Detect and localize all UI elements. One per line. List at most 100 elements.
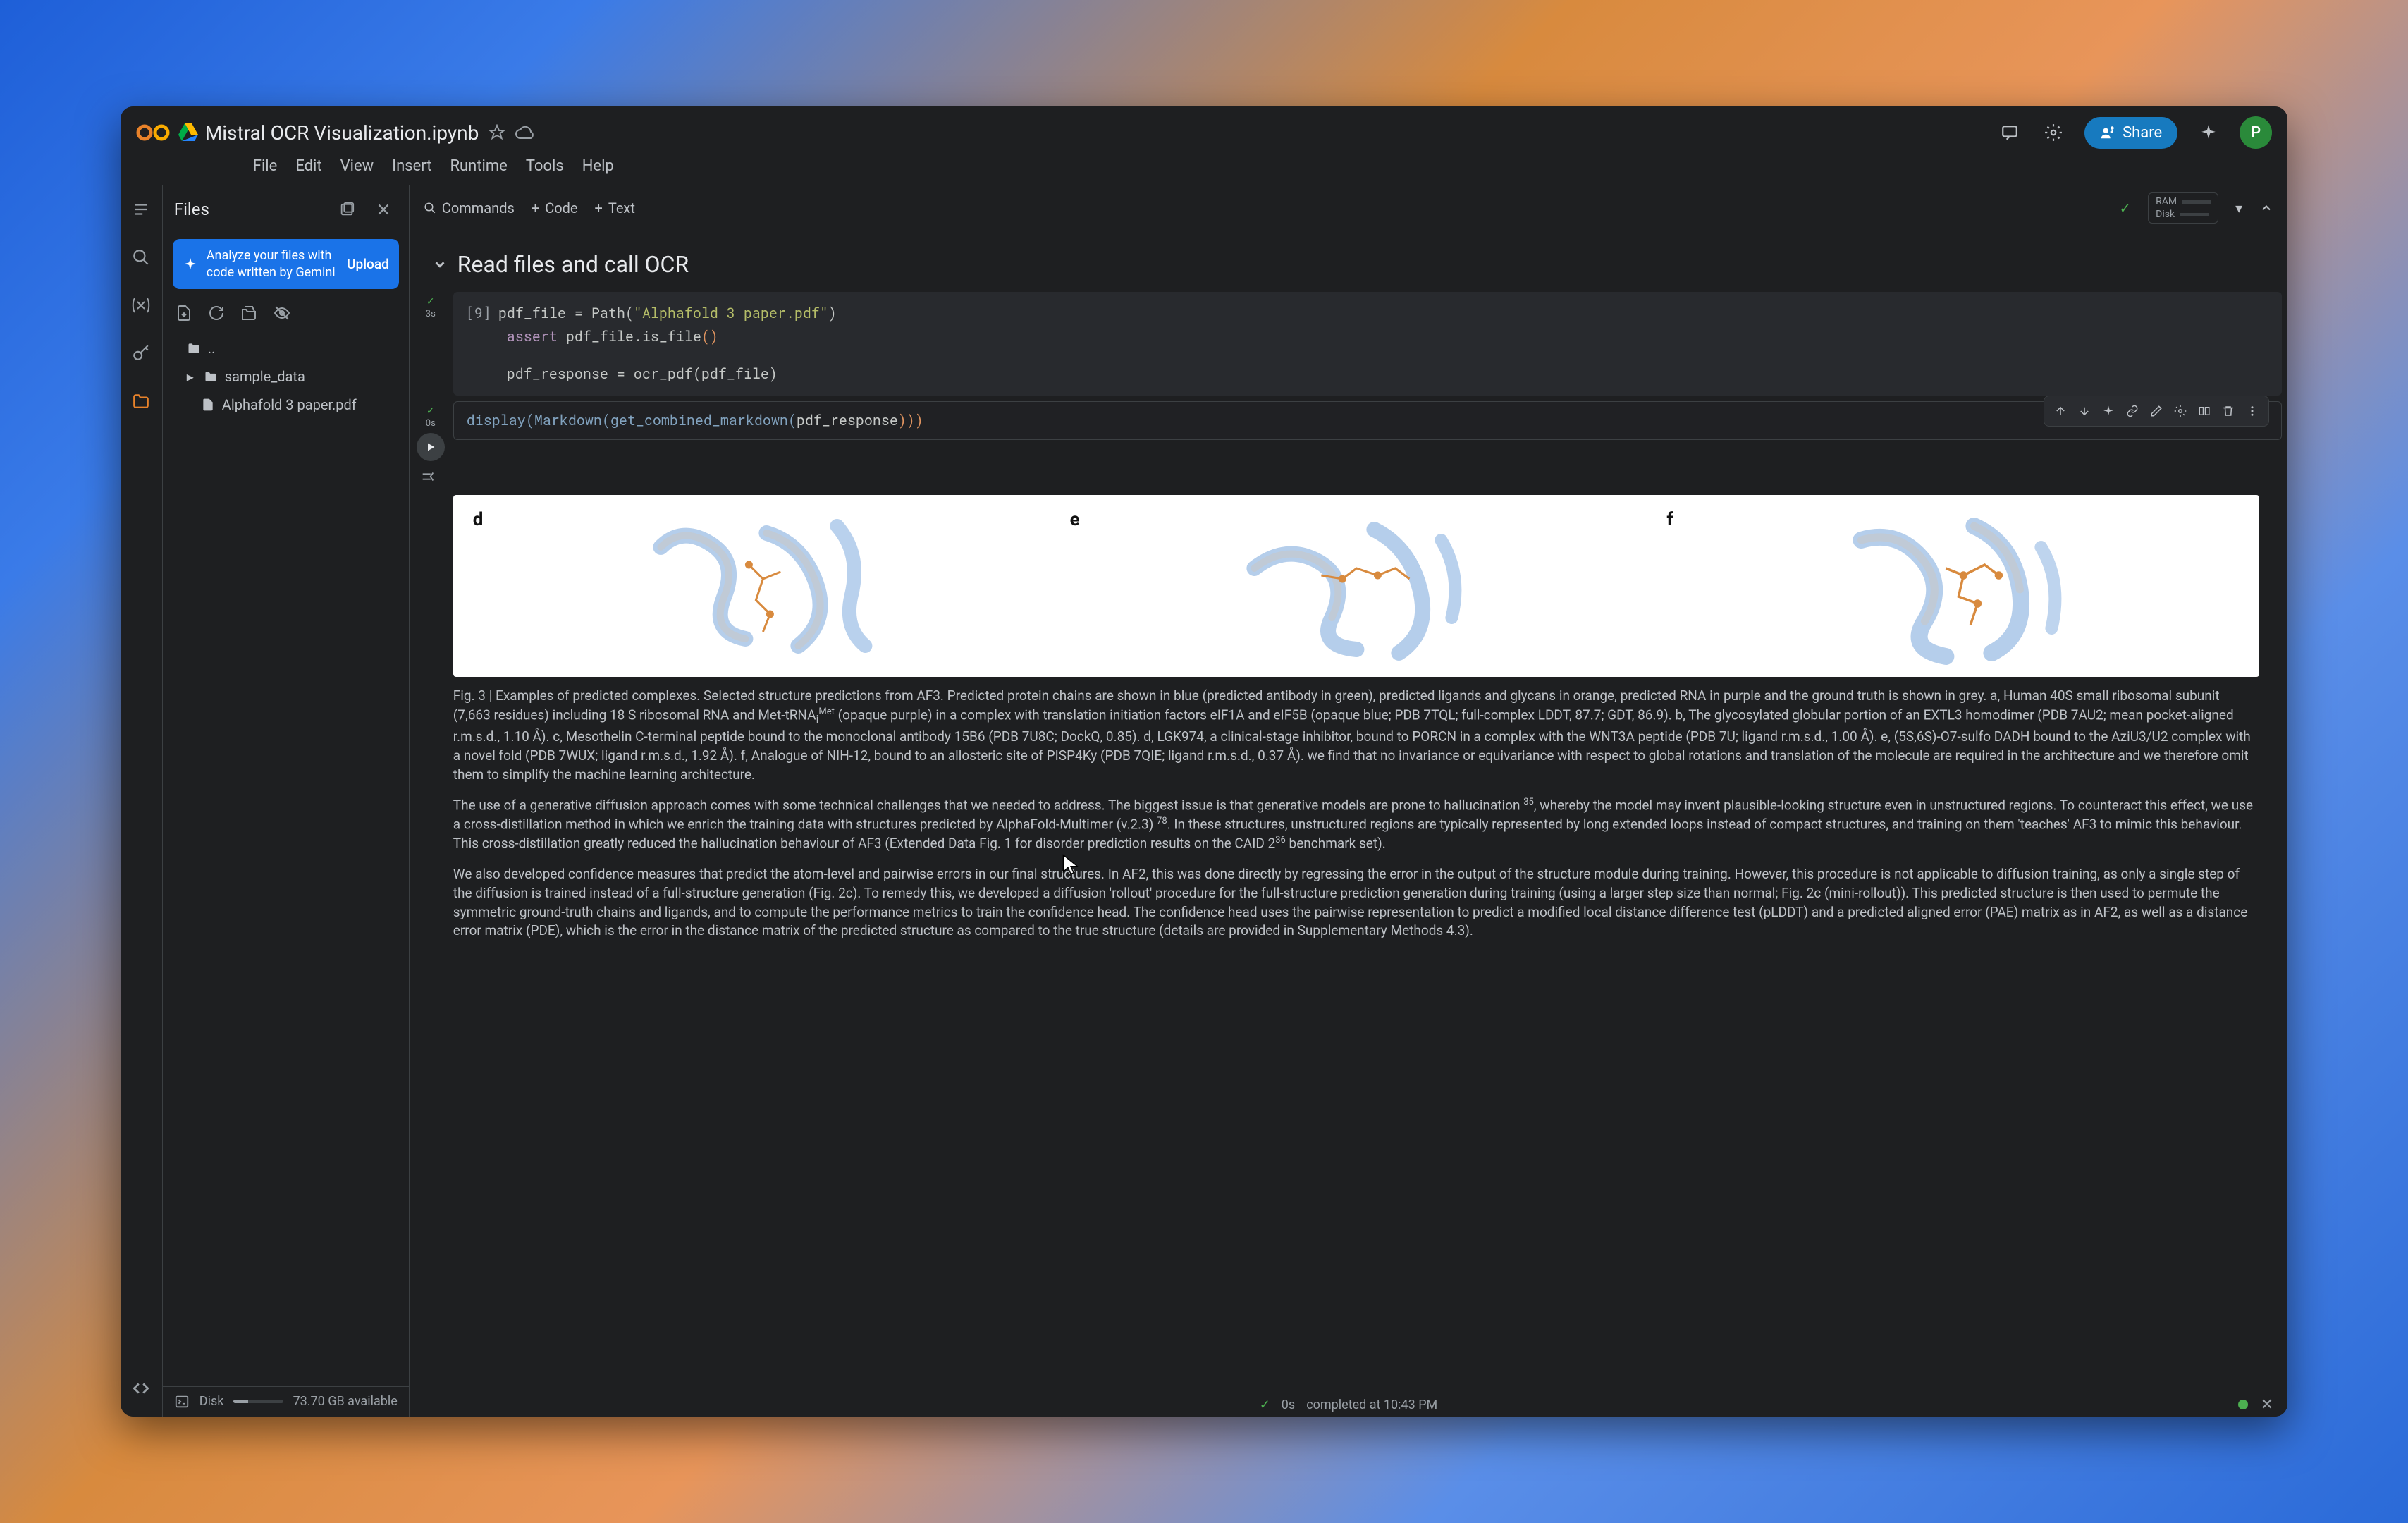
panel-label: f <box>1666 509 1673 530</box>
user-avatar[interactable]: P <box>2240 116 2272 149</box>
output-markdown: Fig. 3 | Examples of predicted complexes… <box>453 687 2287 966</box>
notebook-scroll[interactable]: Read files and call OCR ✓ 3s [9]pdf_file… <box>410 231 2287 1393</box>
section-title: Read files and call OCR <box>457 251 689 278</box>
menu-tools[interactable]: Tools <box>526 157 564 175</box>
tree-parent-label: .. <box>208 340 216 357</box>
colab-logo-icon[interactable] <box>136 122 170 143</box>
mirror-cell-icon[interactable] <box>2194 400 2215 422</box>
search-icon[interactable] <box>127 243 155 271</box>
menu-file[interactable]: File <box>253 157 278 175</box>
chevron-right-icon: ▸ <box>187 368 197 385</box>
gemini-cell-icon[interactable] <box>2098 400 2119 422</box>
status-bar: ✓ 0s completed at 10:43 PM ✕ <box>410 1393 2287 1417</box>
collapse-up-icon[interactable] <box>2259 201 2273 215</box>
upload-file-icon[interactable] <box>176 305 192 322</box>
settings-icon[interactable] <box>2041 120 2066 145</box>
gemini-banner-text: Analyze your files with code written by … <box>207 247 338 281</box>
left-rail <box>121 185 163 1417</box>
files-panel: Files Analyze your files with code writt… <box>163 185 410 1417</box>
cell-action-toolbar <box>2044 396 2269 427</box>
menu-insert[interactable]: Insert <box>392 157 431 175</box>
menubar: File Edit View Insert Runtime Tools Help <box>121 149 2287 185</box>
share-button[interactable]: Share <box>2084 117 2177 149</box>
refresh-icon[interactable] <box>208 305 225 322</box>
gemini-sparkle-icon[interactable] <box>2196 120 2221 145</box>
status-exec-time: 0s <box>1282 1397 1295 1412</box>
output-toggle-icon[interactable] <box>417 465 439 488</box>
tree-parent-dir[interactable]: .. <box>170 334 402 362</box>
notebook-content: Commands +Code +Text ✓ RAM Disk ▾ <box>410 185 2287 1417</box>
disk-resource-label: Disk <box>2156 209 2175 220</box>
edit-cell-icon[interactable] <box>2146 400 2167 422</box>
code-brackets-icon[interactable] <box>127 1374 155 1402</box>
figure-panel-e: e <box>1064 505 1649 667</box>
new-window-icon[interactable] <box>333 195 361 224</box>
link-cell-icon[interactable] <box>2122 400 2143 422</box>
cloud-sync-icon[interactable] <box>515 126 535 140</box>
secrets-key-icon[interactable] <box>127 339 155 367</box>
terminal-icon[interactable] <box>174 1394 190 1409</box>
cell-settings-icon[interactable] <box>2170 400 2191 422</box>
code-editor[interactable]: display(Markdown(get_combined_markdown(p… <box>453 401 2282 440</box>
move-up-icon[interactable] <box>2050 400 2071 422</box>
files-panel-footer: Disk 73.70 GB available <box>163 1386 409 1417</box>
code-cell-1[interactable]: ✓ 3s [9]pdf_file = Path("Alphafold 3 pap… <box>410 292 2287 396</box>
upload-button[interactable]: Upload <box>347 256 389 272</box>
mount-drive-icon[interactable] <box>240 305 257 322</box>
menu-help[interactable]: Help <box>582 157 614 175</box>
figure-panel-d: d <box>467 505 1052 667</box>
delete-cell-icon[interactable] <box>2218 400 2239 422</box>
section-header[interactable]: Read files and call OCR <box>410 244 2287 292</box>
resource-dropdown-icon[interactable]: ▾ <box>2235 200 2242 216</box>
panel-label: e <box>1070 509 1080 530</box>
gemini-analyze-banner[interactable]: Analyze your files with code written by … <box>173 239 399 289</box>
resource-indicator[interactable]: RAM Disk <box>2148 192 2218 224</box>
code-cell-2[interactable]: ✓ 0s display(Markdown(get_combined_markd… <box>410 401 2287 461</box>
drive-icon <box>178 123 198 142</box>
commands-button[interactable]: Commands <box>424 200 515 216</box>
tree-file-alphafold-pdf[interactable]: Alphafold 3 paper.pdf <box>170 391 402 419</box>
tree-folder-label: sample_data <box>225 368 305 385</box>
files-panel-title: Files <box>174 200 324 219</box>
status-check-icon: ✓ <box>1260 1397 1270 1412</box>
file-toolbar <box>163 295 409 331</box>
add-code-button[interactable]: +Code <box>532 200 578 216</box>
more-cell-icon[interactable] <box>2242 400 2263 422</box>
status-text: completed at 10:43 PM <box>1306 1397 1437 1412</box>
tree-folder-sample-data[interactable]: ▸ sample_data <box>170 362 402 391</box>
file-tree: .. ▸ sample_data Alphafold 3 paper.pdf <box>163 331 409 1386</box>
share-label: Share <box>2123 124 2162 142</box>
cell-prompt-number: [9] <box>466 304 491 322</box>
status-close-icon[interactable]: ✕ <box>2261 1396 2273 1414</box>
move-down-icon[interactable] <box>2074 400 2095 422</box>
titlebar: Mistral OCR Visualization.ipynb Share <box>121 106 2287 149</box>
notebook-filename[interactable]: Mistral OCR Visualization.ipynb <box>205 121 479 145</box>
code-editor[interactable]: [9]pdf_file = Path("Alphafold 3 paper.pd… <box>453 292 2282 396</box>
add-text-label: Text <box>608 200 635 216</box>
hidden-files-icon[interactable] <box>273 305 291 322</box>
cell-status-check-icon: ✓ <box>426 405 435 417</box>
figure-panel-f: f <box>1661 505 2245 667</box>
commands-label: Commands <box>442 200 515 216</box>
tree-file-label: Alphafold 3 paper.pdf <box>222 396 357 413</box>
comment-icon[interactable] <box>1997 120 2022 145</box>
add-text-button[interactable]: +Text <box>595 200 635 216</box>
connected-check-icon: ✓ <box>2119 200 2131 216</box>
star-icon[interactable] <box>489 124 505 141</box>
close-panel-icon[interactable] <box>369 195 398 224</box>
colab-window: Mistral OCR Visualization.ipynb Share <box>121 106 2287 1417</box>
files-folder-icon[interactable] <box>127 387 155 415</box>
cell-exec-time: 3s <box>426 309 436 319</box>
ram-label: RAM <box>2156 196 2177 207</box>
content-toolbar: Commands +Code +Text ✓ RAM Disk ▾ <box>410 185 2287 231</box>
cell-exec-time: 0s <box>426 418 436 429</box>
menu-view[interactable]: View <box>340 157 374 175</box>
variables-icon[interactable] <box>127 291 155 319</box>
disk-label: Disk <box>199 1394 224 1409</box>
table-of-contents-icon[interactable] <box>127 195 155 224</box>
panel-label: d <box>473 509 484 530</box>
menu-runtime[interactable]: Runtime <box>450 157 508 175</box>
run-cell-button[interactable] <box>417 433 445 461</box>
main-area: Files Analyze your files with code writt… <box>121 185 2287 1417</box>
menu-edit[interactable]: Edit <box>295 157 321 175</box>
